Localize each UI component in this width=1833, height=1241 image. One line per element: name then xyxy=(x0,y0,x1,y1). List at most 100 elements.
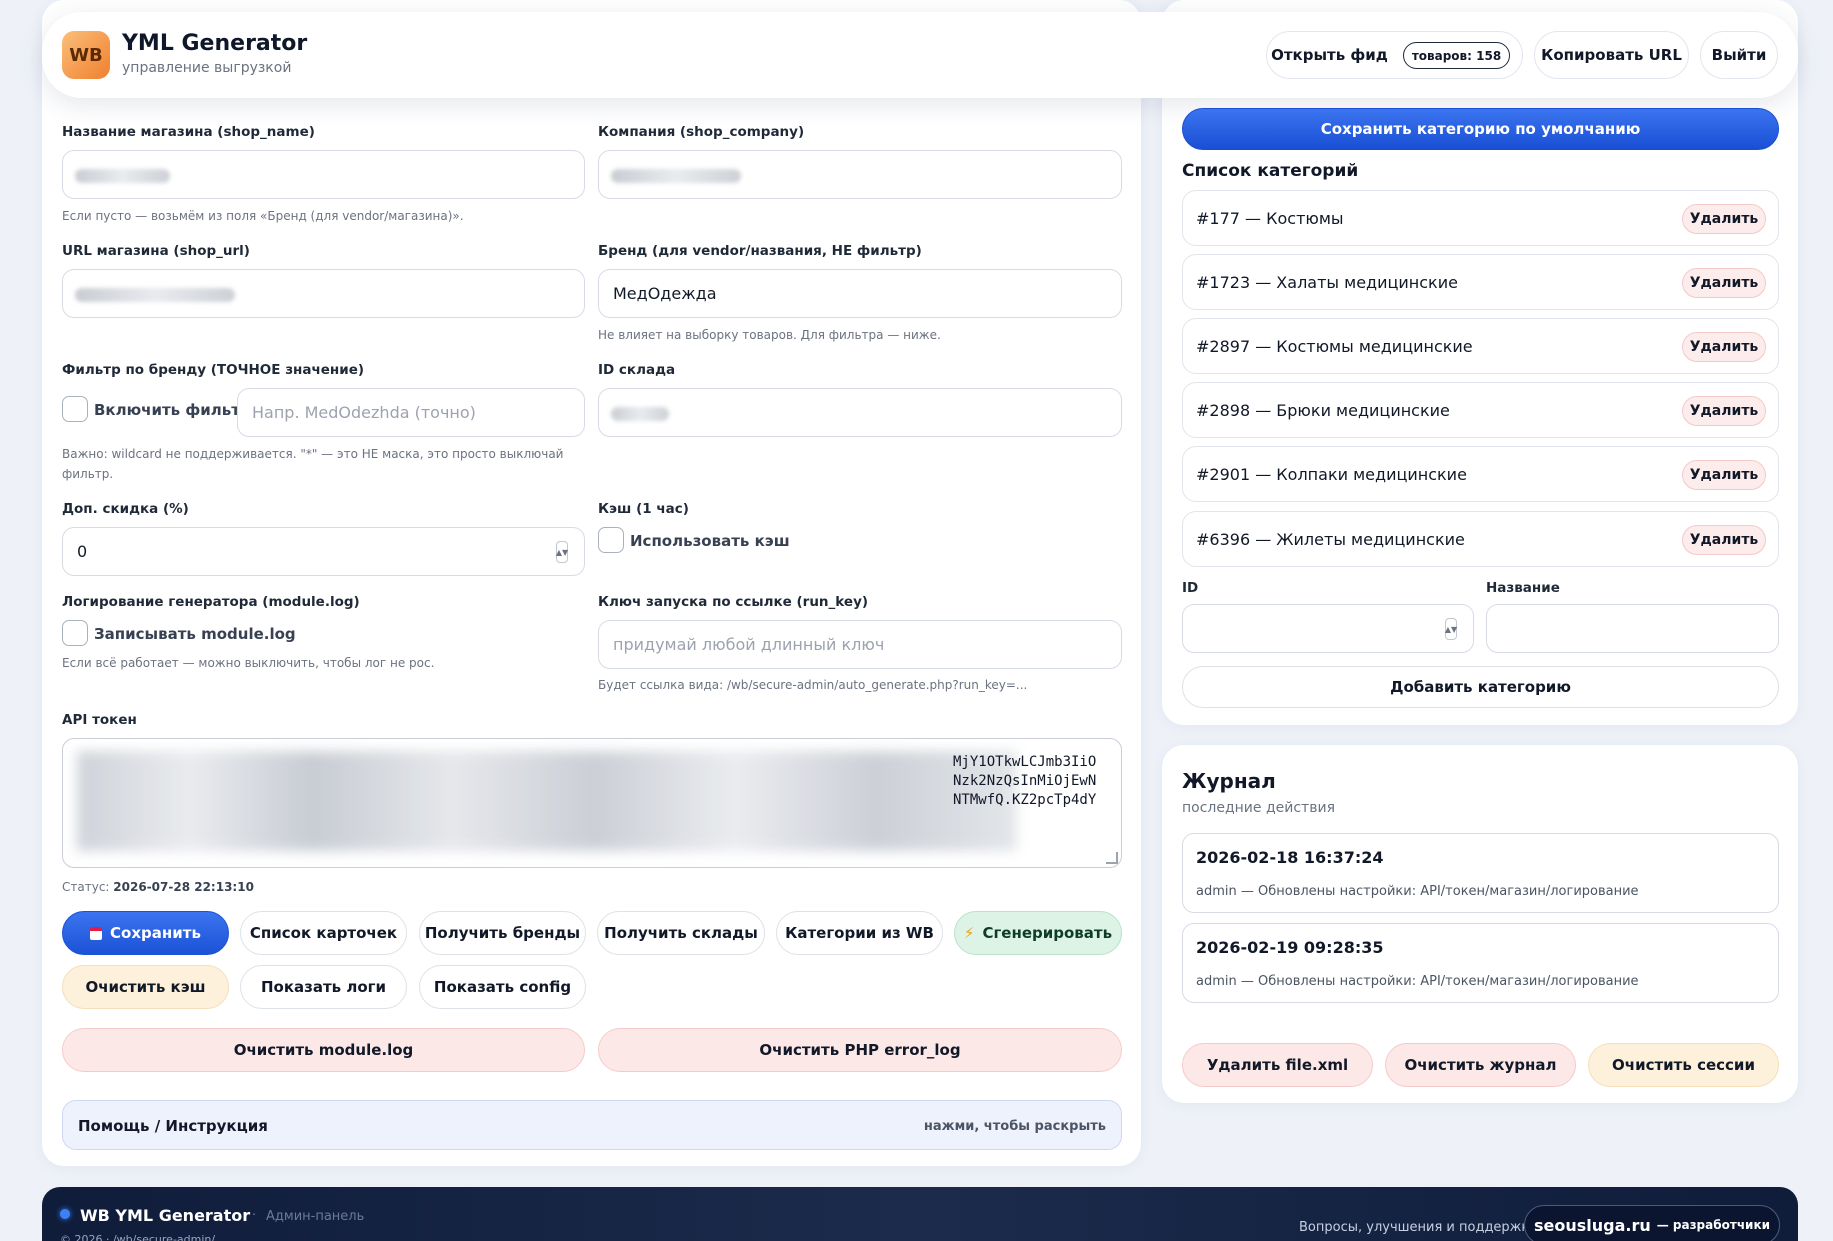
clear-module-log-button[interactable]: Очистить module.log xyxy=(62,1028,585,1072)
generate-button[interactable]: ⚡ Сгенерировать xyxy=(954,911,1122,955)
delete-category-button[interactable]: Удалить xyxy=(1682,268,1766,298)
show-config-button[interactable]: Показать config xyxy=(419,965,586,1009)
journal-entry-time: 2026-02-19 09:28:35 xyxy=(1196,938,1384,957)
redacted-token xyxy=(77,751,1017,851)
get-brands-button[interactable]: Получить бренды xyxy=(419,911,586,955)
cache-check-label[interactable]: Использовать кэш xyxy=(630,532,790,550)
discount-input[interactable]: 0 ▲▼ xyxy=(62,527,585,576)
shop-company-input[interactable] xyxy=(598,150,1122,199)
delete-category-button[interactable]: Удалить xyxy=(1682,332,1766,362)
category-name-label: Название xyxy=(1486,580,1560,596)
clear-php-log-button[interactable]: Очистить PHP error_log xyxy=(598,1028,1122,1072)
category-label: #2898 — Брюки медицинские xyxy=(1196,401,1450,420)
status-line: Статус: 2026-07-28 22:13:10 xyxy=(62,877,254,897)
shop-name-input[interactable] xyxy=(62,150,585,199)
cache-checkbox[interactable] xyxy=(598,527,624,553)
help-accordion[interactable]: Помощь / Инструкция нажми, чтобы раскрыт… xyxy=(62,1100,1122,1150)
logging-label: Логирование генератора (module.log) xyxy=(62,594,360,610)
brand-filter-hint: Важно: wildcard не поддерживается. "*" —… xyxy=(62,447,564,461)
warehouse-label: ID склада xyxy=(598,362,676,378)
wb-categories-button[interactable]: Категории из WB xyxy=(776,911,943,955)
clear-journal-button[interactable]: Очистить журнал xyxy=(1385,1043,1576,1087)
shop-name-label: Название магазина (shop_name) xyxy=(62,124,315,140)
brand-filter-input[interactable]: Напр. MedOdezhda (точно) xyxy=(237,388,585,437)
brand-filter-check-label[interactable]: Включить фильтр xyxy=(94,401,251,419)
add-category-button[interactable]: Добавить категорию xyxy=(1182,666,1779,708)
footer-title: WB YML Generator xyxy=(80,1206,251,1225)
category-name-input[interactable] xyxy=(1486,604,1779,653)
categories-title: Список категорий xyxy=(1182,161,1359,181)
open-feed-label: Открыть фид xyxy=(1271,46,1388,64)
category-label: #177 — Костюмы xyxy=(1196,209,1344,228)
brand-filter-checkbox[interactable] xyxy=(62,396,88,422)
discount-value: 0 xyxy=(77,542,88,561)
app-title: YML Generator xyxy=(122,31,308,56)
category-row: #2897 — Костюмы медицинские Удалить xyxy=(1182,318,1779,374)
save-default-category-button[interactable]: Сохранить категорию по умолчанию xyxy=(1182,108,1779,150)
brand-hint: Не влияет на выборку товаров. Для фильтр… xyxy=(598,328,941,342)
journal-entry-time: 2026-02-18 16:37:24 xyxy=(1196,848,1384,867)
category-label: #1723 — Халаты медицинские xyxy=(1196,273,1458,292)
run-key-label: Ключ запуска по ссылке (run_key) xyxy=(598,594,869,610)
journal-entry-desc: admin — Обновлены настройки: API/токен/м… xyxy=(1196,884,1639,899)
developer-link[interactable]: seousluga.ru — разработчики xyxy=(1524,1205,1780,1241)
delete-file-xml-button[interactable]: Удалить file.xml xyxy=(1182,1043,1373,1087)
save-icon xyxy=(90,926,103,940)
status-value: 2026-07-28 22:13:10 xyxy=(113,880,254,894)
category-label: #2901 — Колпаки медицинские xyxy=(1196,465,1467,484)
category-row: #1723 — Халаты медицинские Удалить xyxy=(1182,254,1779,310)
brand-label: Бренд (для vendor/названия, НЕ фильтр) xyxy=(598,243,922,259)
spinner-icon[interactable]: ▲▼ xyxy=(1445,618,1457,640)
logging-check-label[interactable]: Записывать module.log xyxy=(94,625,296,643)
category-label: #2897 — Костюмы медицинские xyxy=(1196,337,1473,356)
resize-handle-icon[interactable] xyxy=(1106,852,1118,864)
help-hint: нажми, чтобы раскрыть xyxy=(923,1119,1106,1134)
journal-subtitle: последние действия xyxy=(1182,800,1335,816)
logging-checkbox[interactable] xyxy=(62,620,88,646)
shop-url-input[interactable] xyxy=(62,269,585,318)
redacted-value xyxy=(611,407,669,421)
app-subtitle: управление выгрузкой xyxy=(122,60,292,76)
spinner-icon[interactable]: ▲▼ xyxy=(556,541,568,563)
run-key-input[interactable]: придумай любой длинный ключ xyxy=(598,620,1122,669)
footer-separator: · xyxy=(252,1208,257,1223)
show-logs-button[interactable]: Показать логи xyxy=(240,965,407,1009)
save-button[interactable]: Сохранить xyxy=(62,911,229,955)
save-label: Сохранить xyxy=(110,924,201,942)
redacted-value xyxy=(75,288,235,302)
redacted-value xyxy=(75,169,170,183)
logging-hint: Если всё работает — можно выключить, что… xyxy=(62,656,435,670)
category-row: #2901 — Колпаки медицинские Удалить xyxy=(1182,446,1779,502)
copy-url-button[interactable]: Копировать URL xyxy=(1534,31,1689,79)
shop-name-hint: Если пусто — возьмём из поля «Бренд (для… xyxy=(62,209,464,223)
brand-filter-label: Фильтр по бренду (ТОЧНОЕ значение) xyxy=(62,362,365,378)
journal-entry-desc: admin — Обновлены настройки: API/токен/м… xyxy=(1196,974,1639,989)
logout-button[interactable]: Выйти xyxy=(1700,31,1778,79)
cards-list-button[interactable]: Список карточек xyxy=(240,911,407,955)
api-token-label: API токен xyxy=(62,712,137,728)
lightning-icon: ⚡ xyxy=(963,924,975,942)
delete-category-button[interactable]: Удалить xyxy=(1682,460,1766,490)
delete-category-button[interactable]: Удалить xyxy=(1682,525,1766,555)
redacted-value xyxy=(611,169,741,183)
delete-category-button[interactable]: Удалить xyxy=(1682,396,1766,426)
api-token-visible-part: MjY1OTkwLCJmb3IiO Nzk2NzQsInMiOjEwN NTMw… xyxy=(953,754,1097,808)
delete-category-button[interactable]: Удалить xyxy=(1682,204,1766,234)
category-row: #6396 — Жилеты медицинские Удалить xyxy=(1182,511,1779,567)
journal-entry: 2026-02-18 16:37:24 admin — Обновлены на… xyxy=(1182,833,1779,913)
brand-input[interactable]: МедОдежда xyxy=(598,269,1122,318)
category-row: #2898 — Брюки медицинские Удалить xyxy=(1182,382,1779,438)
get-warehouses-button[interactable]: Получить склады xyxy=(597,911,765,955)
journal-entry: 2026-02-19 09:28:35 admin — Обновлены на… xyxy=(1182,923,1779,1003)
shop-url-label: URL магазина (shop_url) xyxy=(62,243,250,259)
clear-sessions-button[interactable]: Очистить сессии xyxy=(1588,1043,1779,1087)
warehouse-input[interactable] xyxy=(598,388,1122,437)
footer-subtitle: Админ-панель xyxy=(266,1209,365,1224)
clear-cache-button[interactable]: Очистить кэш xyxy=(62,965,229,1009)
developer-brand: seousluga.ru xyxy=(1533,1215,1651,1235)
category-id-input[interactable]: ▲▼ xyxy=(1182,604,1474,653)
api-token-textarea[interactable]: MjY1OTkwLCJmb3IiO Nzk2NzQsInMiOjEwN NTMw… xyxy=(62,738,1122,868)
help-title: Помощь / Инструкция xyxy=(78,1117,268,1135)
run-key-hint: Будет ссылка вида: /wb/secure-admin/auto… xyxy=(598,678,1028,692)
category-label: #6396 — Жилеты медицинские xyxy=(1196,530,1465,549)
